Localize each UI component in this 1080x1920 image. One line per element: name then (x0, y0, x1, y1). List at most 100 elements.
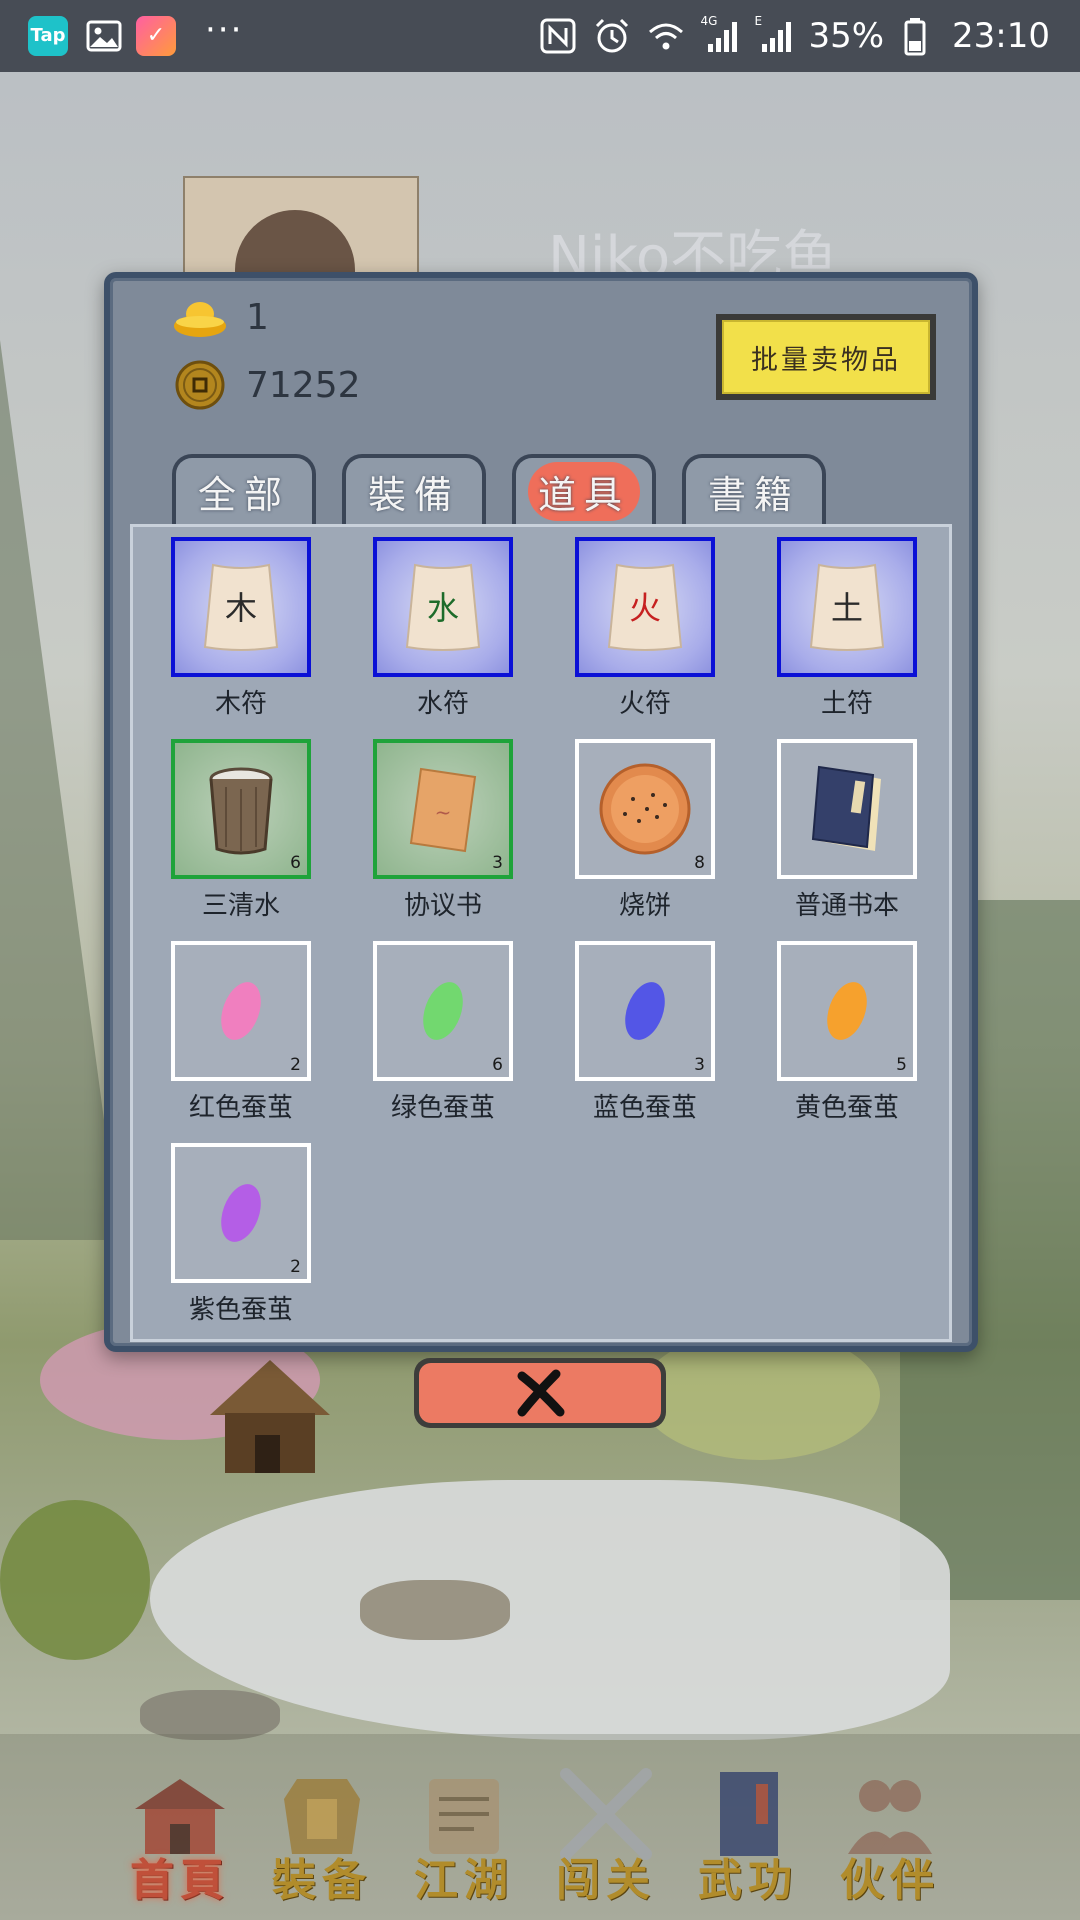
notification-app-icon: ✓ (136, 16, 176, 56)
close-button[interactable] (414, 1358, 666, 1428)
close-button-face (419, 1363, 661, 1423)
status-bar: Tap ✓ ··· 4G E 35% 23:10 (0, 0, 1080, 72)
cocoon-icon (191, 961, 291, 1061)
item-name: 协议书 (403, 891, 482, 921)
nav-label: 武功 (698, 1855, 798, 1906)
alarm-icon (596, 18, 629, 53)
item-count: 5 (896, 1055, 907, 1075)
item-count: 2 (290, 1257, 301, 1277)
item-slot: 2 (171, 1143, 311, 1283)
thatched-hut (210, 1360, 330, 1473)
scroll-icon: ~ (393, 759, 493, 859)
nfc-icon (540, 18, 576, 54)
item-count: 3 (694, 1055, 705, 1075)
item-slot: 火 (575, 537, 715, 677)
inventory-item[interactable]: 土土符 (777, 537, 917, 720)
gold-ingot-icon (174, 302, 226, 337)
inventory-item[interactable]: 普通书本 (777, 739, 917, 922)
nav-jianghu[interactable]: 江湖 (399, 1764, 529, 1914)
talisman-icon: 木 (191, 557, 291, 657)
nav-martial-arts[interactable]: 武功 (683, 1764, 813, 1914)
item-slot: 5 (777, 941, 917, 1081)
inventory-item[interactable]: 5 黄色蚕茧 (777, 941, 917, 1124)
inventory-item[interactable]: 6 绿色蚕茧 (373, 941, 513, 1124)
svg-text:木: 木 (225, 589, 257, 627)
item-count: 8 (694, 853, 705, 873)
item-count: 2 (290, 1055, 301, 1075)
inventory-item[interactable]: 2 紫色蚕茧 (171, 1143, 311, 1326)
talisman-icon: 水 (393, 557, 493, 657)
item-name: 绿色蚕茧 (390, 1093, 495, 1123)
copper-coin-value: 71252 (246, 364, 361, 406)
tab-items[interactable]: 道具 (512, 454, 656, 524)
item-slot: 6 (373, 941, 513, 1081)
background-mountain (0, 340, 120, 1240)
cocoon-icon (595, 961, 695, 1061)
inventory-item[interactable]: ~3 协议书 (373, 739, 513, 922)
bulk-sell-label: 批量卖物品 (722, 320, 930, 394)
flatbread-icon (595, 759, 695, 859)
background-rock (140, 1690, 280, 1740)
item-slot: 木 (171, 537, 311, 677)
inventory-item[interactable]: 2 红色蚕茧 (171, 941, 311, 1124)
close-icon (517, 1369, 565, 1417)
tab-label: 書籍 (707, 472, 800, 517)
talisman-icon: 土 (797, 557, 897, 657)
item-slot: ~3 (373, 739, 513, 879)
gallery-icon (84, 16, 124, 56)
item-count: 6 (290, 853, 301, 873)
item-name: 土符 (820, 689, 873, 719)
background-tree (0, 1500, 150, 1660)
item-count: 6 (492, 1055, 503, 1075)
item-count: 3 (492, 853, 503, 873)
nav-home[interactable]: 首頁 (115, 1764, 245, 1914)
tab-equipment[interactable]: 裝備 (342, 454, 486, 524)
bulk-sell-button[interactable]: 批量卖物品 (716, 314, 936, 400)
talisman-icon: 火 (595, 557, 695, 657)
inventory-item[interactable]: 火火符 (575, 537, 715, 720)
inventory-item[interactable]: 6 三清水 (171, 739, 311, 922)
svg-text:水: 水 (427, 589, 459, 627)
item-slot: 水 (373, 537, 513, 677)
tab-all[interactable]: 全部 (172, 454, 316, 524)
item-grid: 木木符水水符火火符土土符 6 三清水 ~3 协议书 8 烧饼 普通书本 2 红色蚕茧 6 绿色蚕茧 3 蓝… (130, 524, 952, 1342)
inventory-item[interactable]: 水水符 (373, 537, 513, 720)
item-name: 三清水 (201, 891, 280, 921)
gold-ingot-balance: 1 (172, 292, 269, 342)
battery-icon (904, 18, 926, 56)
item-slot (777, 739, 917, 879)
svg-text:~: ~ (435, 800, 452, 824)
nav-challenge[interactable]: 闯关 (541, 1764, 671, 1914)
item-name: 紫色蚕茧 (188, 1295, 293, 1325)
item-slot: 8 (575, 739, 715, 879)
inventory-item[interactable]: 8 烧饼 (575, 739, 715, 922)
svg-text:火: 火 (629, 589, 661, 627)
item-slot: 6 (171, 739, 311, 879)
item-name: 火符 (618, 689, 671, 719)
nav-label: 闯关 (556, 1855, 656, 1906)
item-name: 烧饼 (618, 891, 671, 921)
battery-percent: 35% (808, 16, 885, 56)
item-name: 黄色蚕茧 (794, 1093, 899, 1123)
inventory-item[interactable]: 3 蓝色蚕茧 (575, 941, 715, 1124)
item-slot: 3 (575, 941, 715, 1081)
nav-equipment[interactable]: 裝备 (257, 1764, 387, 1914)
inventory-panel: 1 71252 批量卖物品 全部 裝備 道具 書籍 木木符水水符火火符土土符 6 三… (104, 272, 978, 1352)
nav-partners[interactable]: 伙伴 (825, 1764, 955, 1914)
clock: 23:10 (952, 16, 1050, 56)
copper-coin-balance: 71252 (172, 360, 361, 410)
tab-label: 全部 (197, 472, 290, 517)
svg-text:土: 土 (831, 589, 863, 627)
bucket-icon (191, 759, 291, 859)
inventory-tabs: 全部 裝備 道具 書籍 (172, 454, 826, 524)
item-name: 红色蚕茧 (188, 1093, 293, 1123)
wifi-icon (649, 23, 684, 50)
taptap-app-icon: Tap (28, 16, 68, 56)
tab-books[interactable]: 書籍 (682, 454, 826, 524)
background-rock (360, 1580, 510, 1640)
cocoon-icon (191, 1163, 291, 1263)
inventory-item[interactable]: 木木符 (171, 537, 311, 720)
item-name: 蓝色蚕茧 (592, 1093, 697, 1123)
nav-label: 裝备 (272, 1855, 372, 1906)
tab-label: 道具 (527, 461, 640, 521)
